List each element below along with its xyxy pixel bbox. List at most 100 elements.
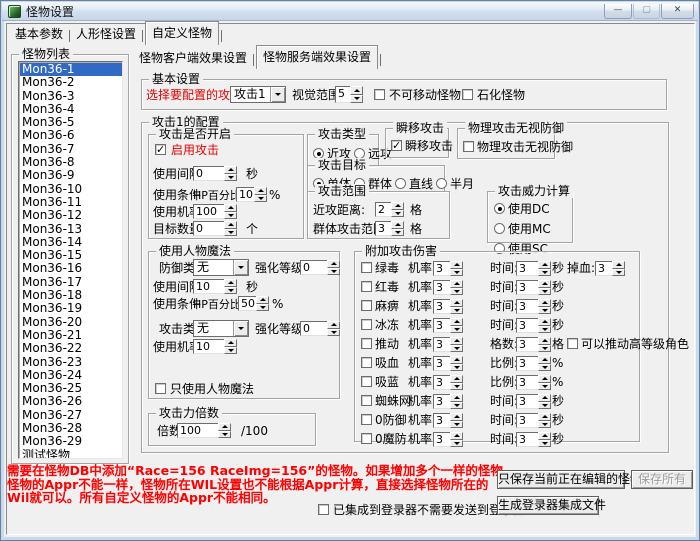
spin-down-button[interactable]: [450, 326, 463, 334]
spin-up-button[interactable]: [538, 356, 551, 364]
radio-button[interactable]: [494, 203, 505, 214]
spin-down-button[interactable]: [450, 364, 463, 372]
list-item[interactable]: Mon36-8: [20, 156, 122, 169]
list-item[interactable]: Mon36-25: [20, 382, 122, 395]
spin-down-button[interactable]: [538, 345, 551, 353]
spin-up-button[interactable]: [450, 394, 463, 402]
spinner-value[interactable]: 0: [300, 321, 327, 336]
spin-up-button[interactable]: [224, 279, 237, 287]
list-item[interactable]: Mon36-1: [20, 63, 122, 76]
list-item[interactable]: Mon36-26: [20, 395, 122, 408]
list-item[interactable]: 测试怪物: [20, 449, 122, 459]
spin-down-button[interactable]: [450, 307, 463, 315]
list-item[interactable]: Mon36-27: [20, 409, 122, 422]
spin-up-button[interactable]: [218, 423, 231, 431]
list-item[interactable]: Mon36-17: [20, 276, 122, 289]
enable-attack-checkbox[interactable]: ✓: [155, 144, 166, 155]
magic-interval-spinner[interactable]: 10: [193, 279, 237, 294]
spinner-value[interactable]: 3: [433, 375, 450, 390]
spinner-value[interactable]: 3: [433, 261, 450, 276]
list-item[interactable]: Mon36-13: [20, 223, 122, 236]
spin-down-button[interactable]: [254, 195, 267, 203]
list-item[interactable]: Mon36-16: [20, 262, 122, 275]
spin-down-button[interactable]: [538, 440, 551, 448]
spin-down-button[interactable]: [538, 269, 551, 277]
spinner-value[interactable]: 3: [433, 280, 450, 295]
spin-down-button[interactable]: [224, 287, 237, 295]
spinner-value[interactable]: 50: [238, 296, 256, 311]
spinner-value[interactable]: 3: [433, 318, 450, 333]
multiplier-spinner[interactable]: 100: [177, 423, 231, 438]
melee-distance-spinner[interactable]: 2: [375, 202, 404, 217]
spin-up-button[interactable]: [538, 280, 551, 288]
list-item[interactable]: Mon36-21: [20, 329, 122, 342]
close-button[interactable]: ✕: [661, 4, 694, 19]
spinner-value[interactable]: 3: [516, 337, 538, 352]
damage-enable-checkbox[interactable]: [361, 414, 372, 425]
dropdown-button[interactable]: [233, 260, 248, 275]
spinner-value[interactable]: 0: [193, 166, 224, 181]
spinner-value[interactable]: 101: [236, 187, 254, 202]
spin-down-button[interactable]: [612, 269, 625, 277]
damage-enable-checkbox[interactable]: [361, 281, 372, 292]
spinner-value[interactable]: 3: [516, 394, 538, 409]
spinner-value[interactable]: 3: [516, 413, 538, 428]
spinner[interactable]: 3: [433, 280, 463, 295]
spinner[interactable]: 3: [516, 432, 551, 447]
save-current-button[interactable]: 只保存当前正在编辑的怪物: [497, 470, 625, 489]
effect-tab-0[interactable]: 怪物客户端效果设置: [135, 47, 251, 69]
spinner[interactable]: 3: [433, 318, 463, 333]
dropdown-button[interactable]: [270, 87, 285, 102]
spin-up-button[interactable]: [538, 337, 551, 345]
immovable-checkbox[interactable]: [374, 89, 385, 100]
spinner-value[interactable]: 100: [193, 204, 224, 219]
spin-up-button[interactable]: [538, 261, 551, 269]
spin-up-button[interactable]: [450, 413, 463, 421]
main-tab-0[interactable]: 基本参数: [11, 23, 67, 45]
spinner-value[interactable]: 3: [516, 432, 538, 447]
only-magic-checkbox[interactable]: [155, 383, 166, 394]
spin-up-button[interactable]: [256, 296, 269, 304]
spin-up-button[interactable]: [224, 221, 237, 229]
spinner[interactable]: 3: [516, 299, 551, 314]
spin-down-button[interactable]: [450, 421, 463, 429]
list-item[interactable]: Mon36-20: [20, 316, 122, 329]
list-item[interactable]: Mon36-10: [20, 183, 122, 196]
dropdown-button[interactable]: [233, 321, 248, 336]
radio-button[interactable]: [436, 178, 447, 189]
magic-condition-spinner[interactable]: 50: [238, 296, 269, 311]
spin-down-button[interactable]: [256, 304, 269, 312]
spin-up-button[interactable]: [391, 221, 404, 229]
spin-up-button[interactable]: [254, 187, 267, 195]
list-item[interactable]: Mon36-29: [20, 435, 122, 448]
spin-up-button[interactable]: [450, 337, 463, 345]
spin-down-button[interactable]: [538, 307, 551, 315]
spin-up-button[interactable]: [538, 432, 551, 440]
spin-down-button[interactable]: [224, 347, 237, 355]
spin-up-button[interactable]: [391, 202, 404, 210]
spin-down-button[interactable]: [538, 364, 551, 372]
spinner[interactable]: 3: [433, 356, 463, 371]
list-item[interactable]: Mon36-14: [20, 236, 122, 249]
list-item[interactable]: Mon36-18: [20, 289, 122, 302]
damage-enable-checkbox[interactable]: [361, 395, 372, 406]
spinner-value[interactable]: 0: [193, 221, 224, 236]
spin-down-button[interactable]: [450, 345, 463, 353]
push-high-level-checkbox[interactable]: [567, 338, 578, 349]
spinner-value[interactable]: 3: [516, 318, 538, 333]
spinner[interactable]: 3: [433, 375, 463, 390]
list-item[interactable]: Mon36-22: [20, 342, 122, 355]
spinner-value[interactable]: 3: [433, 356, 450, 371]
list-item[interactable]: Mon36-5: [20, 116, 122, 129]
spinner-value[interactable]: 3: [516, 280, 538, 295]
spin-down-button[interactable]: [327, 329, 340, 337]
spinner-value[interactable]: 5: [335, 86, 350, 103]
spin-down-button[interactable]: [350, 95, 363, 104]
spinner[interactable]: 3: [516, 356, 551, 371]
ignore-defense-checkbox[interactable]: [463, 141, 474, 152]
spinner[interactable]: 3: [516, 337, 551, 352]
spin-up-button[interactable]: [224, 166, 237, 174]
spin-down-button[interactable]: [391, 210, 404, 218]
spinner-value[interactable]: 10: [193, 339, 224, 354]
spinner-value[interactable]: 100: [177, 423, 218, 438]
